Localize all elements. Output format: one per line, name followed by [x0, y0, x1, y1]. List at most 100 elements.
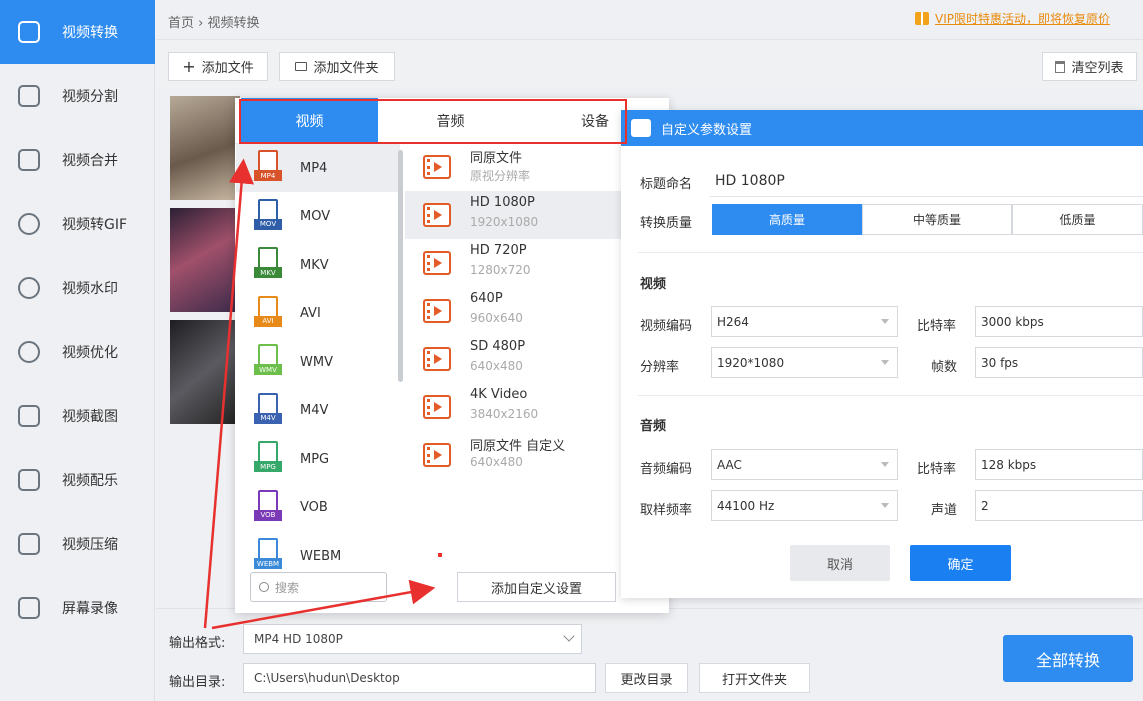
plus-icon: +	[182, 57, 196, 76]
resolution-select[interactable]: 1920*1080	[711, 347, 898, 378]
video-file-icon	[423, 347, 451, 371]
video-codec-label: 视频编码	[640, 319, 693, 334]
audio-codec-label: 音频编码	[640, 462, 693, 477]
preset-name: 4K Video	[470, 387, 528, 402]
sidebar-item-label: 视频截图	[62, 409, 118, 425]
format-search-input[interactable]: 搜索	[250, 572, 387, 602]
video-file-icon	[423, 155, 451, 179]
sidebar-item-0[interactable]: 视频转换	[0, 0, 155, 64]
video-thumbnail[interactable]	[170, 208, 240, 312]
sidebar-item-1[interactable]: 视频分割	[0, 64, 155, 128]
quality-label: 转换质量	[640, 216, 693, 231]
quality-high-button[interactable]: 高质量	[712, 204, 862, 235]
vip-promo-link[interactable]: VIP限时特惠活动，即将恢复原价	[915, 10, 1110, 27]
format-label: MP4	[300, 160, 328, 176]
video-bitrate-label: 比特率	[917, 319, 957, 334]
format-item-vob[interactable]: VOB VOB	[236, 484, 400, 532]
change-dir-button[interactable]: 更改目录	[605, 663, 688, 693]
fps-label: 帧数	[931, 360, 958, 375]
add-file-button[interactable]: + 添加文件	[168, 52, 268, 81]
preset-item[interactable]: 同原文件 自定义 640x480	[405, 431, 621, 479]
sidebar-item-8[interactable]: 视频压缩	[0, 512, 155, 576]
quality-medium-button[interactable]: 中等质量	[862, 204, 1012, 235]
clear-list-button[interactable]: 清空列表	[1042, 52, 1137, 81]
video-file-icon	[423, 443, 451, 467]
title-input[interactable]: HD 1080P	[710, 166, 1143, 197]
record-icon	[18, 597, 40, 619]
sidebar-item-label: 视频配乐	[62, 473, 118, 489]
video-codec-select[interactable]: H264	[711, 306, 898, 337]
format-item-mp4[interactable]: MP4 MP4	[236, 144, 400, 192]
video-thumbnail[interactable]	[170, 96, 240, 200]
sidebar-item-3[interactable]: 视频转GIF	[0, 192, 155, 256]
preset-item[interactable]: 640P 960x640	[405, 287, 621, 335]
format-item-avi[interactable]: AVI AVI	[236, 290, 400, 338]
sidebar-item-label: 视频水印	[62, 281, 118, 297]
sidebar-item-2[interactable]: 视频合并	[0, 128, 155, 192]
sidebar-item-label: 视频转换	[62, 25, 118, 41]
compress-icon	[18, 533, 40, 555]
search-icon	[259, 582, 269, 592]
ok-button[interactable]: 确定	[910, 545, 1011, 581]
channel-input[interactable]: 2	[975, 490, 1143, 521]
format-label: WMV	[300, 354, 333, 370]
convert-all-button[interactable]: 全部转换	[1003, 635, 1133, 682]
preset-name: 640P	[470, 291, 503, 306]
sidebar-item-5[interactable]: 视频优化	[0, 320, 155, 384]
preset-name: HD 720P	[470, 243, 527, 258]
format-item-mov[interactable]: MOV MOV	[236, 193, 400, 241]
preset-item[interactable]: HD 1080P 1920x1080	[405, 191, 621, 239]
folder-icon	[295, 62, 308, 71]
preset-item[interactable]: SD 480P 640x480	[405, 335, 621, 383]
preset-resolution: 1280x720	[470, 263, 531, 277]
sidebar-item-9[interactable]: 屏幕录像	[0, 576, 155, 640]
preset-item[interactable]: 同原文件 原视分辨率	[405, 143, 621, 191]
output-format-select[interactable]: MP4 HD 1080P	[243, 624, 582, 654]
sidebar-item-6[interactable]: 视频截图	[0, 384, 155, 448]
cancel-button[interactable]: 取消	[790, 545, 890, 581]
watermark-icon	[18, 277, 40, 299]
video-file-icon	[423, 395, 451, 419]
sidebar-item-label: 视频合并	[62, 153, 118, 169]
samplerate-select[interactable]: 44100 Hz	[711, 490, 898, 521]
add-folder-button[interactable]: 添加文件夹	[279, 52, 395, 81]
format-item-mpg[interactable]: MPG MPG	[236, 435, 400, 483]
divider	[638, 395, 1143, 396]
format-item-mkv[interactable]: MKV MKV	[236, 241, 400, 289]
preset-resolution: 640x480	[470, 455, 523, 469]
screenshot-icon	[18, 405, 40, 427]
preset-name: 同原文件	[470, 151, 523, 166]
preset-resolution: 原视分辨率	[470, 169, 531, 183]
audio-codec-select[interactable]: AAC	[711, 449, 898, 480]
file-format-icon: MKV	[254, 247, 282, 281]
video-bitrate-input[interactable]: 3000 kbps	[975, 306, 1143, 337]
breadcrumb: 首页 › 视频转换	[168, 16, 260, 31]
sidebar-item-label: 视频分割	[62, 89, 118, 105]
chevron-down-icon	[881, 503, 889, 508]
add-custom-setting-button[interactable]: 添加自定义设置	[457, 572, 616, 602]
open-folder-button[interactable]: 打开文件夹	[699, 663, 810, 693]
quality-low-button[interactable]: 低质量	[1012, 204, 1143, 235]
video-file-icon	[423, 299, 451, 323]
preset-item[interactable]: HD 720P 1280x720	[405, 239, 621, 287]
format-label: WEBM	[300, 548, 342, 564]
audio-bitrate-input[interactable]: 128 kbps	[975, 449, 1143, 480]
sidebar-item-label: 视频优化	[62, 345, 118, 361]
preset-name: 同原文件 自定义	[470, 439, 566, 454]
format-list-scrollbar[interactable]	[398, 150, 403, 382]
format-item-wmv[interactable]: WMV WMV	[236, 338, 400, 386]
channel-label: 声道	[931, 503, 958, 518]
sidebar-item-label: 屏幕录像	[62, 601, 118, 617]
sidebar-item-7[interactable]: 视频配乐	[0, 448, 155, 512]
video-thumbnail[interactable]	[170, 320, 240, 424]
divider	[638, 252, 1143, 253]
sidebar-item-4[interactable]: 视频水印	[0, 256, 155, 320]
optimize-icon	[18, 341, 40, 363]
format-item-m4v[interactable]: M4V M4V	[236, 387, 400, 435]
fps-input[interactable]: 30 fps	[975, 347, 1143, 378]
preset-item[interactable]: 4K Video 3840x2160	[405, 383, 621, 431]
audio-bitrate-label: 比特率	[917, 462, 957, 477]
output-dir-label: 输出目录:	[169, 675, 226, 690]
file-format-icon: VOB	[254, 489, 282, 524]
output-dir-field[interactable]: C:\Users\hudun\Desktop	[243, 663, 596, 693]
